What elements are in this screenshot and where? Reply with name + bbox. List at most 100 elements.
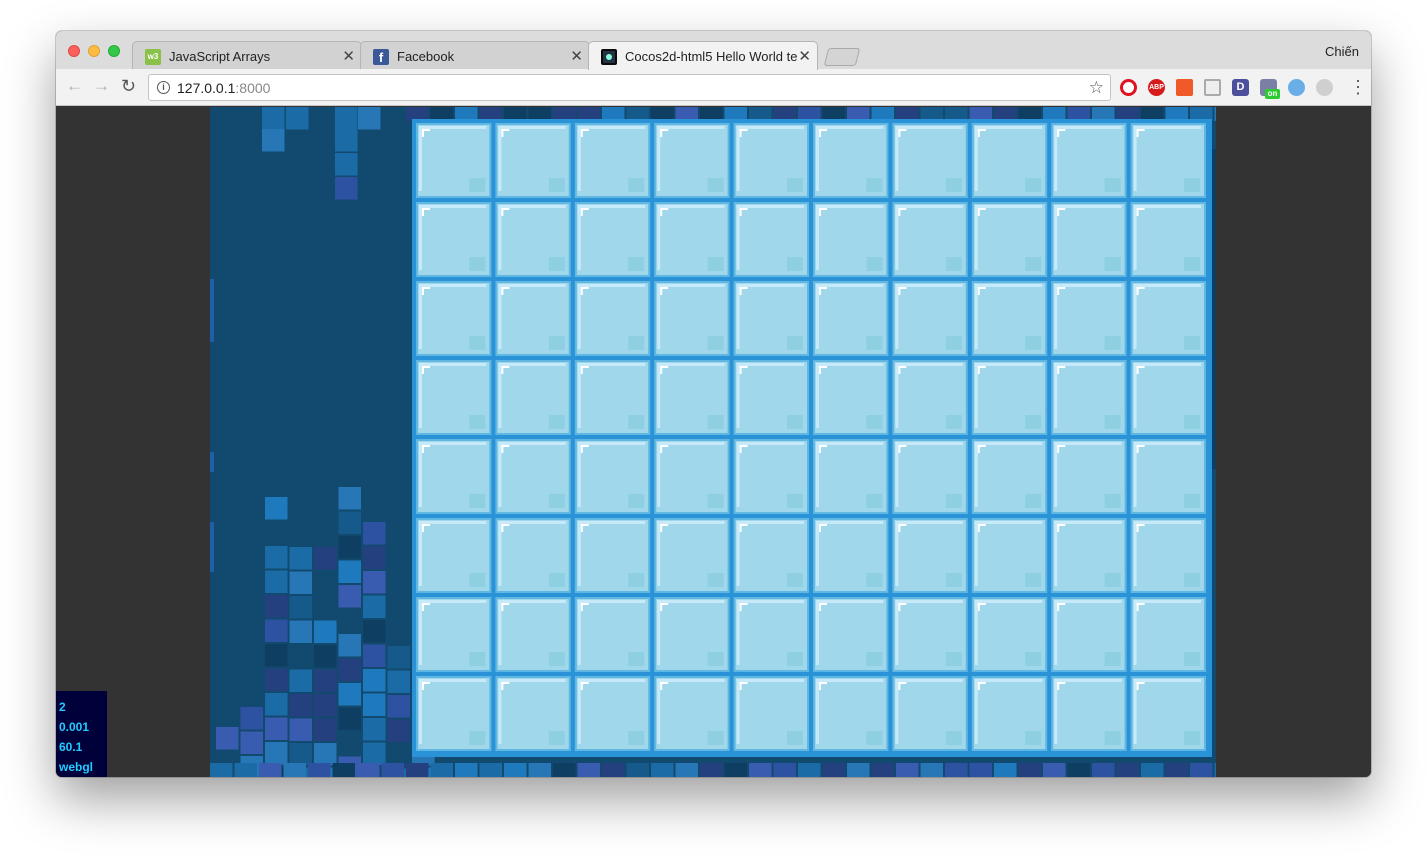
ice-tile-highlight	[1054, 679, 1058, 744]
ice-tile-glint	[422, 445, 424, 453]
ice-tile-highlight	[816, 284, 819, 349]
close-icon[interactable]: ✕	[798, 47, 811, 65]
background-block	[265, 693, 288, 716]
profile-name[interactable]: Chiến	[1325, 44, 1359, 59]
ice-tile-glint	[501, 682, 504, 690]
forward-icon[interactable]: →	[93, 77, 110, 95]
ice-tile-frost	[866, 336, 883, 350]
bookmark-star-icon[interactable]: ☆	[1089, 78, 1104, 98]
background-block	[216, 727, 239, 750]
ice-tile-frost	[1025, 336, 1042, 350]
cocos2d-icon	[601, 49, 617, 65]
ice-tile-highlight	[657, 442, 725, 445]
top-strip-block	[871, 107, 894, 121]
browser-toolbar: ← → ↻ i 127.0.0.1:8000 ☆ ABP D on ⋮	[56, 69, 1371, 106]
ice-tile-glint	[580, 287, 583, 295]
ice-tile-highlight	[1133, 521, 1201, 524]
background-block	[338, 585, 361, 608]
ice-tile-highlight	[736, 600, 804, 603]
ice-tile-highlight	[498, 679, 502, 744]
ice-tile-highlight	[816, 126, 819, 191]
bottom-strip-block	[357, 763, 380, 777]
bottom-strip-block	[1092, 763, 1115, 777]
menu-icon[interactable]: ⋮	[1349, 77, 1367, 98]
bottom-strip-block	[406, 763, 429, 777]
background-block	[335, 129, 358, 152]
board-edge	[1212, 149, 1216, 469]
close-icon[interactable]: ✕	[342, 47, 355, 65]
ice-tile-highlight	[816, 679, 884, 682]
bottom-strip-block	[234, 763, 257, 777]
background-block	[289, 620, 312, 643]
ice-tile-frost	[1025, 494, 1042, 508]
window-close-button[interactable]	[68, 45, 80, 57]
ice-tile-highlight	[895, 284, 899, 349]
bottom-strip-block	[700, 763, 723, 777]
ice-tile-glint	[819, 208, 821, 216]
top-strip-block	[1165, 107, 1188, 121]
ice-tile-highlight	[577, 521, 581, 586]
ice-tile-frost	[707, 573, 724, 587]
ice-tile-glint	[501, 129, 504, 137]
ice-tile-highlight	[974, 679, 1043, 682]
info-icon[interactable]: i	[157, 81, 170, 94]
background-block	[265, 570, 288, 593]
ice-tile-frost	[548, 573, 565, 587]
ice-tile-frost	[469, 731, 486, 745]
ice-tile-frost	[628, 178, 645, 192]
window-maximize-button[interactable]	[108, 45, 120, 57]
ice-tile-frost	[945, 415, 962, 429]
tab-facebook[interactable]: f Facebook ✕	[360, 41, 590, 69]
bird-icon[interactable]	[1288, 79, 1305, 96]
skype-icon[interactable]	[1316, 79, 1333, 96]
ice-tile-highlight	[1133, 363, 1137, 428]
ice-tile-highlight	[736, 205, 804, 208]
ice-tile-glint	[580, 524, 583, 532]
ice-tile-frost	[866, 731, 883, 745]
opera-icon[interactable]	[1120, 79, 1137, 96]
ice-tile-frost	[548, 178, 565, 192]
window-minimize-button[interactable]	[88, 45, 100, 57]
top-strip-block	[626, 107, 649, 121]
url-text: 127.0.0.1:8000	[177, 80, 271, 96]
close-icon[interactable]: ✕	[570, 47, 583, 65]
ice-tile-frost	[1184, 178, 1200, 192]
reload-icon[interactable]: ↻	[121, 77, 136, 95]
ice-tile-highlight	[657, 284, 661, 349]
ice-tile-glint	[1136, 287, 1139, 295]
ice-tile-highlight	[736, 600, 740, 665]
ice-tile-frost	[1025, 573, 1042, 587]
background-block	[265, 717, 288, 740]
address-bar[interactable]: i 127.0.0.1:8000 ☆	[148, 74, 1111, 101]
tab-javascript-arrays[interactable]: w3 JavaScript Arrays ✕	[132, 41, 362, 69]
ice-tile-glint	[819, 603, 821, 611]
ice-tile-frost	[945, 731, 962, 745]
ice-tile-highlight	[1054, 126, 1058, 191]
back-icon[interactable]: ←	[66, 77, 83, 95]
ice-tile-highlight	[736, 126, 804, 129]
ice-tile-highlight	[974, 363, 978, 428]
translate-icon[interactable]	[1204, 79, 1221, 96]
bookmark-icon[interactable]	[1176, 79, 1193, 96]
new-tab-button[interactable]	[823, 48, 861, 66]
bottom-strip-block	[945, 763, 968, 777]
ice-tile-frost	[866, 178, 883, 192]
ice-tile-frost	[548, 257, 565, 271]
bottom-strip-block	[1067, 763, 1090, 777]
ice-tile-highlight	[1054, 284, 1058, 349]
top-strip-block	[1141, 107, 1164, 121]
background-block	[338, 658, 361, 681]
top-strip-block	[1116, 107, 1139, 121]
ice-tile-highlight	[498, 205, 502, 270]
background-block	[265, 595, 288, 618]
ice-tile-highlight	[895, 679, 963, 682]
adblock-plus-icon[interactable]: ABP	[1148, 79, 1165, 96]
tab-cocos2d-hello-world[interactable]: Cocos2d-html5 Hello World te ✕	[588, 41, 818, 70]
ice-tile-frost	[1104, 415, 1121, 429]
top-strip-block	[700, 107, 723, 121]
game-canvas[interactable]	[210, 107, 1216, 777]
d-extension-icon[interactable]: D	[1232, 79, 1249, 96]
ice-tile-highlight	[1054, 521, 1122, 524]
ice-tile-frost	[1104, 573, 1121, 587]
background-block	[314, 718, 337, 741]
